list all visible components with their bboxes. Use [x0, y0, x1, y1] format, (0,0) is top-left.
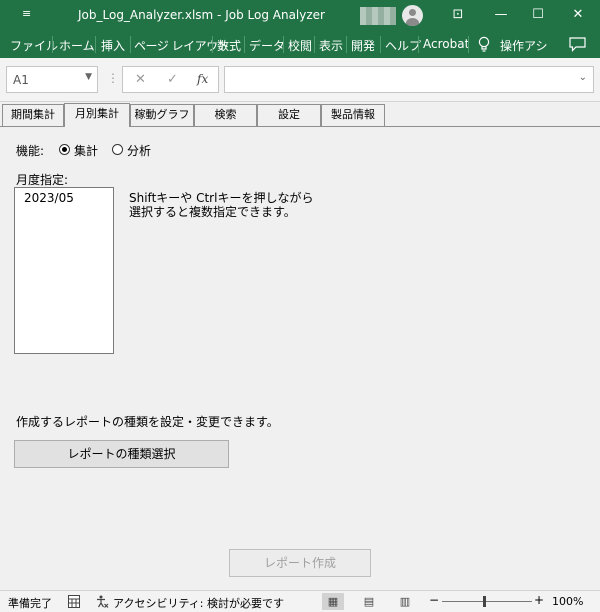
menu-separator [244, 36, 245, 53]
tab-operation-graph[interactable]: 稼動グラフ [130, 104, 194, 126]
window-title: Job_Log_Analyzer.xlsm - Job Log Analyzer [78, 8, 325, 22]
more-options-icon[interactable]: ⋮ [107, 71, 119, 85]
radio-analysis[interactable] [112, 144, 123, 155]
accessibility-status[interactable]: アクセシビリティ: 検討が必要です [113, 595, 284, 611]
formula-input[interactable]: ⌄ [224, 66, 594, 93]
menu-home[interactable]: ホーム [59, 37, 95, 54]
menu-help[interactable]: ヘルプ [385, 37, 421, 54]
menu-separator [346, 36, 347, 53]
macro-recording-icon[interactable] [68, 595, 80, 608]
month-listbox[interactable]: 2023/05 [14, 187, 114, 354]
maximize-button[interactable]: ☐ [524, 4, 552, 26]
name-box-value: A1 [13, 73, 29, 87]
quick-access-toolbar-icon[interactable]: ≡ [22, 7, 31, 20]
menu-separator [212, 36, 213, 53]
menu-file[interactable]: ファイル [10, 37, 58, 54]
insert-function-icon[interactable]: fx [197, 72, 208, 86]
tab-monthly-summary[interactable]: 月別集計 [64, 103, 130, 127]
tab-period-summary[interactable]: 期間集計 [2, 104, 64, 126]
tab-search[interactable]: 検索 [194, 104, 257, 126]
menu-separator [130, 36, 131, 53]
function-label: 機能: [16, 144, 45, 158]
accessibility-icon[interactable] [96, 595, 109, 608]
report-description: 作成するレポートの種類を設定・変更できます。 [16, 415, 279, 429]
menu-separator [283, 36, 284, 53]
menu-acrobat[interactable]: Acrobat [423, 37, 469, 51]
menu-data[interactable]: データ [249, 37, 285, 54]
ribbon-display-options-icon[interactable]: ⊡ [444, 4, 472, 26]
menu-developer[interactable]: 開発 [351, 37, 375, 54]
zoom-level[interactable]: 100% [552, 595, 583, 608]
page-break-preview-icon[interactable]: ▥ [394, 593, 416, 610]
create-report-button[interactable]: レポート作成 [229, 549, 371, 577]
minimize-button[interactable]: — [487, 4, 515, 26]
cancel-icon[interactable]: ✕ [135, 72, 146, 87]
enter-check-icon[interactable]: ✓ [167, 72, 178, 87]
menu-separator [380, 36, 381, 53]
zoom-slider[interactable] [442, 601, 532, 602]
menu-page-layout[interactable]: ページ レイアウト [134, 37, 230, 54]
zoom-slider-thumb[interactable] [483, 596, 486, 607]
menu-tell-me[interactable]: 操作アシ [500, 37, 548, 54]
menu-formulas[interactable]: 数式 [217, 37, 241, 54]
report-type-button[interactable]: レポートの種類選択 [14, 440, 229, 468]
menu-separator [314, 36, 315, 53]
status-ready: 準備完了 [8, 597, 52, 610]
radio-summary-label[interactable]: 集計 [74, 142, 98, 159]
chevron-down-icon[interactable]: ▼ [85, 72, 92, 82]
menu-view[interactable]: 表示 [319, 37, 343, 54]
menu-separator [95, 36, 96, 53]
comments-icon[interactable] [569, 37, 586, 52]
zoom-out-button[interactable]: − [429, 593, 439, 607]
ribbon-tabs: ファイル ホーム 挿入 ページ レイアウト 数式 データ 校閲 表示 開発 ヘル… [0, 31, 600, 58]
tell-me-lightbulb-icon[interactable] [478, 36, 490, 53]
menu-insert[interactable]: 挿入 [101, 37, 125, 54]
user-name-redacted [360, 7, 396, 25]
radio-summary[interactable] [59, 144, 70, 155]
chevron-down-icon[interactable]: ⌄ [579, 72, 587, 83]
menu-review[interactable]: 校閲 [288, 37, 312, 54]
menu-separator [468, 36, 469, 53]
page-layout-view-icon[interactable]: ▤ [358, 593, 380, 610]
normal-view-icon[interactable]: ▦ [322, 593, 344, 610]
hint-text-line2: 選択すると複数指定できます。 [129, 205, 296, 219]
month-label: 月度指定: [16, 173, 69, 187]
tab-settings[interactable]: 設定 [257, 104, 321, 126]
user-avatar-icon[interactable] [402, 5, 423, 26]
list-item[interactable]: 2023/05 [24, 191, 74, 205]
zoom-in-button[interactable]: + [534, 593, 544, 607]
formula-buttons: ✕ ✓ fx [122, 66, 219, 93]
tab-product-info[interactable]: 製品情報 [321, 104, 385, 126]
menu-separator [52, 36, 53, 53]
menu-separator [418, 36, 419, 53]
formula-bar: A1 ▼ ⋮ ✕ ✓ fx ⌄ [0, 58, 600, 102]
close-button[interactable]: ✕ [564, 4, 592, 26]
name-box[interactable]: A1 ▼ [6, 66, 98, 93]
title-bar: ≡ Job_Log_Analyzer.xlsm - Job Log Analyz… [0, 0, 600, 31]
status-bar: 準備完了 アクセシビリティ: 検討が必要です ▦ ▤ ▥ − + 100% [0, 590, 600, 612]
radio-analysis-label[interactable]: 分析 [127, 142, 151, 159]
